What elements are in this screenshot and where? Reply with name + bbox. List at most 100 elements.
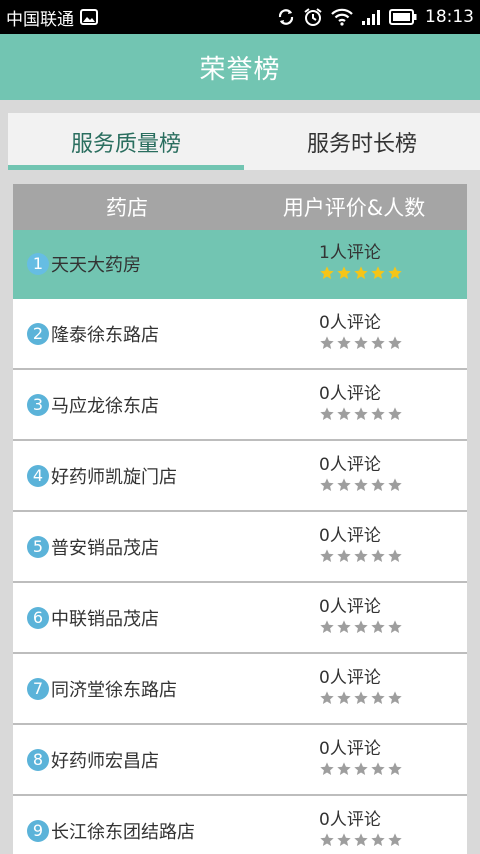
rating-cell: 0人评论 [303, 810, 467, 852]
review-count: 0人评论 [319, 312, 381, 333]
pharmacy-cell: 3 马应龙徐东店 [13, 392, 303, 418]
table-header: 药店 用户评价&人数 [13, 184, 467, 230]
table-row[interactable]: 6 中联销品茂店 0人评论 [13, 583, 467, 654]
review-count: 0人评论 [319, 454, 381, 475]
table-row[interactable]: 7 同济堂徐东路店 0人评论 [13, 654, 467, 725]
star-icon [370, 265, 386, 285]
page-margin [467, 184, 480, 854]
star-icon [387, 548, 403, 568]
star-rating [319, 477, 403, 497]
star-icon [319, 406, 335, 426]
pharmacy-name: 普安销品茂店 [51, 537, 159, 559]
column-header-pharmacy: 药店 [106, 196, 148, 220]
star-icon [336, 335, 352, 355]
rank-badge: 8 [27, 748, 49, 771]
rank-badge: 3 [27, 393, 49, 416]
star-icon [319, 477, 335, 497]
review-count: 1人评论 [319, 242, 381, 263]
star-icon [353, 619, 369, 639]
star-rating [319, 832, 403, 852]
tab-label: 服务时长榜 [306, 131, 417, 157]
star-rating [319, 335, 403, 355]
pharmacy-name: 好药师凯旋门店 [51, 466, 177, 488]
rank-badge: 7 [27, 677, 49, 700]
rating-cell: 0人评论 [303, 313, 467, 355]
rating-cell: 0人评论 [303, 597, 467, 639]
star-icon [353, 265, 369, 285]
pharmacy-name: 中联销品茂店 [51, 608, 159, 630]
sync-icon [277, 8, 295, 26]
table-row[interactable]: 8 好药师宏昌店 0人评论 [13, 725, 467, 796]
star-icon [336, 548, 352, 568]
star-icon [370, 477, 386, 497]
star-icon [353, 832, 369, 852]
pharmacy-cell: 7 同济堂徐东路店 [13, 676, 303, 702]
star-icon [370, 832, 386, 852]
star-icon [336, 477, 352, 497]
star-icon [353, 690, 369, 710]
star-icon [319, 832, 335, 852]
table-row[interactable]: 5 普安销品茂店 0人评论 [13, 512, 467, 583]
rating-cell: 0人评论 [303, 455, 467, 497]
tab-bar: 服务质量榜 服务时长榜 [8, 113, 480, 170]
pharmacy-name: 天天大药房 [51, 254, 141, 276]
pharmacy-cell: 1 天天大药房 [13, 251, 303, 277]
star-icon [353, 761, 369, 781]
pharmacy-name: 长江徐东团结路店 [51, 821, 195, 843]
review-count: 0人评论 [319, 738, 381, 759]
star-icon [319, 619, 335, 639]
signal-icon [361, 8, 381, 26]
star-icon [336, 832, 352, 852]
pharmacy-cell: 5 普安销品茂店 [13, 534, 303, 560]
star-icon [387, 477, 403, 497]
table-row[interactable]: 9 长江徐东团结路店 0人评论 [13, 796, 467, 854]
star-icon [387, 761, 403, 781]
table-row[interactable]: 4 好药师凯旋门店 0人评论 [13, 441, 467, 512]
battery-icon [389, 9, 417, 25]
status-bar: 中国联通 18:13 [0, 0, 480, 34]
pharmacy-cell: 8 好药师宏昌店 [13, 747, 303, 773]
table-row[interactable]: 2 隆泰徐东路店 0人评论 [13, 299, 467, 370]
star-icon [387, 335, 403, 355]
title-bar: 荣誉榜 [0, 34, 480, 100]
review-count: 0人评论 [319, 383, 381, 404]
star-icon [336, 406, 352, 426]
rank-badge: 5 [27, 535, 49, 558]
rank-badge: 1 [27, 252, 49, 275]
star-icon [336, 690, 352, 710]
rating-cell: 0人评论 [303, 526, 467, 568]
table-row[interactable]: 1 天天大药房 1人评论 [13, 230, 467, 299]
star-rating [319, 690, 403, 710]
tab-service-quality[interactable]: 服务质量榜 [8, 113, 244, 170]
star-icon [353, 406, 369, 426]
star-icon [370, 761, 386, 781]
pharmacy-name: 同济堂徐东路店 [51, 679, 177, 701]
star-icon [387, 406, 403, 426]
alarm-icon [303, 7, 323, 27]
review-count: 0人评论 [319, 596, 381, 617]
review-count: 0人评论 [319, 667, 381, 688]
star-icon [370, 406, 386, 426]
clock: 18:13 [425, 7, 474, 27]
star-icon [353, 335, 369, 355]
pharmacy-name: 马应龙徐东店 [51, 395, 159, 417]
image-icon [80, 9, 98, 25]
rank-badge: 9 [27, 819, 49, 842]
star-icon [387, 265, 403, 285]
tab-label: 服务质量榜 [70, 131, 181, 157]
star-icon [336, 761, 352, 781]
star-icon [319, 761, 335, 781]
rating-cell: 0人评论 [303, 739, 467, 781]
pharmacy-cell: 9 长江徐东团结路店 [13, 818, 303, 844]
pharmacy-cell: 4 好药师凯旋门店 [13, 463, 303, 489]
rank-badge: 6 [27, 606, 49, 629]
star-icon [370, 619, 386, 639]
star-icon [353, 477, 369, 497]
star-rating [319, 548, 403, 568]
table-row[interactable]: 3 马应龙徐东店 0人评论 [13, 370, 467, 441]
star-icon [336, 265, 352, 285]
tab-service-duration[interactable]: 服务时长榜 [244, 113, 480, 170]
pharmacy-name: 隆泰徐东路店 [51, 324, 159, 346]
star-icon [370, 690, 386, 710]
carrier-label: 中国联通 [6, 9, 74, 30]
